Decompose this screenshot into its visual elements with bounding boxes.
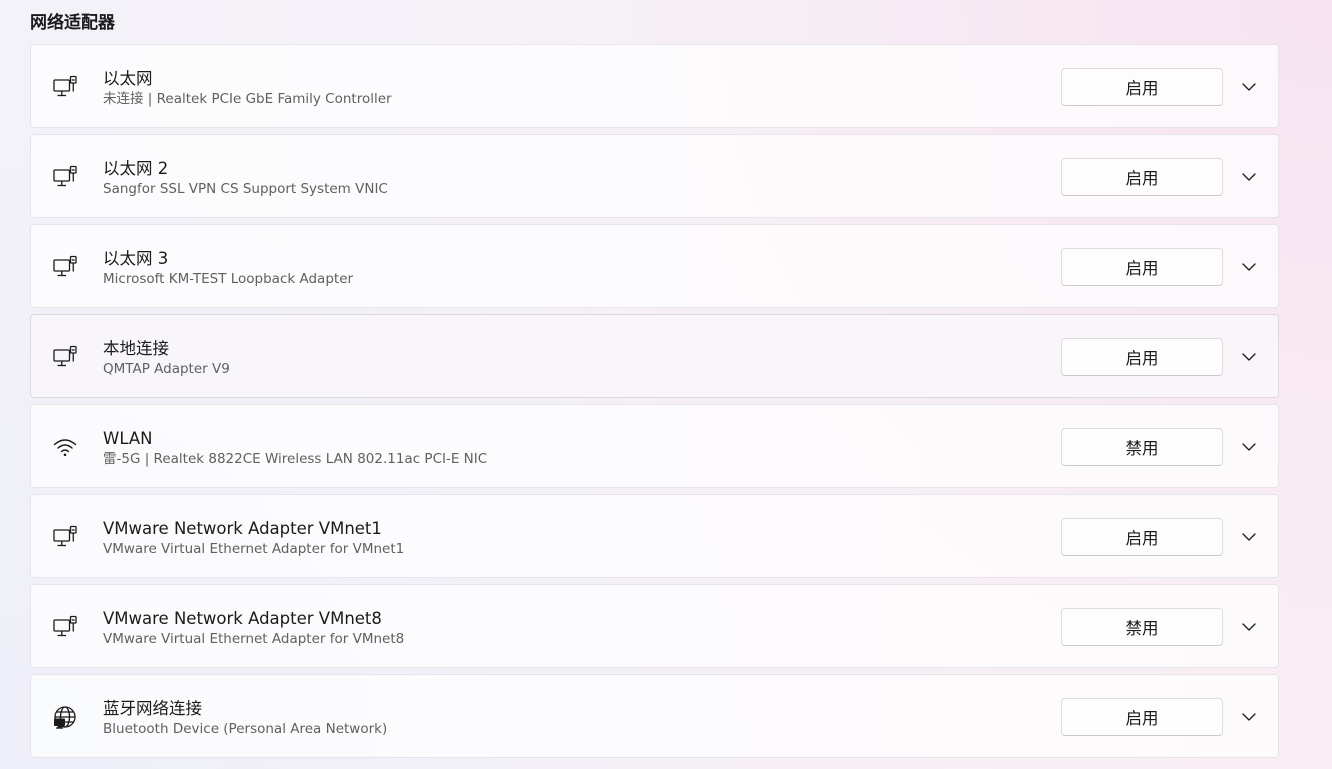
ethernet-icon xyxy=(51,523,79,551)
chevron-down-icon[interactable] xyxy=(1235,163,1263,191)
adapter-card-wlan[interactable]: WLAN 雷-5G | Realtek 8822CE Wireless LAN … xyxy=(30,404,1279,488)
adapter-text: WLAN 雷-5G | Realtek 8822CE Wireless LAN … xyxy=(103,428,1003,469)
adapter-name: VMware Network Adapter VMnet8 xyxy=(103,609,382,628)
adapter-text: VMware Network Adapter VMnet1 VMware Vir… xyxy=(103,518,1003,559)
adapter-name: 蓝牙网络连接 xyxy=(103,699,202,718)
bluetooth-network-icon xyxy=(51,703,79,731)
disable-button[interactable]: 禁用 xyxy=(1061,428,1223,466)
adapter-description: QMTAP Adapter V9 xyxy=(103,361,230,377)
wifi-icon xyxy=(51,433,79,461)
adapter-text: 蓝牙网络连接 Bluetooth Device (Personal Area N… xyxy=(103,698,1003,739)
ethernet-icon xyxy=(51,343,79,371)
enable-button[interactable]: 启用 xyxy=(1061,158,1223,196)
chevron-down-icon[interactable] xyxy=(1235,253,1263,281)
adapter-description: 雷-5G | Realtek 8822CE Wireless LAN 802.1… xyxy=(103,451,488,467)
chevron-down-icon[interactable] xyxy=(1235,73,1263,101)
ethernet-icon xyxy=(51,613,79,641)
chevron-down-icon[interactable] xyxy=(1235,433,1263,461)
adapter-name: 以太网 3 xyxy=(103,249,169,268)
adapter-description: Microsoft KM-TEST Loopback Adapter xyxy=(103,271,354,287)
adapter-text: 本地连接 QMTAP Adapter V9 xyxy=(103,338,1003,379)
adapter-card-vmnet1[interactable]: VMware Network Adapter VMnet1 VMware Vir… xyxy=(30,494,1279,578)
enable-button[interactable]: 启用 xyxy=(1061,68,1223,106)
adapter-name: 以太网 xyxy=(103,69,153,88)
adapter-name: 本地连接 xyxy=(103,339,169,358)
adapter-card-ethernet-3[interactable]: 以太网 3 Microsoft KM-TEST Loopback Adapter… xyxy=(30,224,1279,308)
adapter-text: 以太网 2 Sangfor SSL VPN CS Support System … xyxy=(103,158,1003,199)
adapter-text: VMware Network Adapter VMnet8 VMware Vir… xyxy=(103,608,1003,649)
adapter-description: Sangfor SSL VPN CS Support System VNIC xyxy=(103,181,388,197)
adapter-description: VMware Virtual Ethernet Adapter for VMne… xyxy=(103,631,405,647)
adapter-description: VMware Virtual Ethernet Adapter for VMne… xyxy=(103,541,405,557)
adapter-description: 未连接 | Realtek PCIe GbE Family Controller xyxy=(103,91,392,107)
adapter-card-local-connection[interactable]: 本地连接 QMTAP Adapter V9 启用 xyxy=(30,314,1279,398)
adapter-card-vmnet8[interactable]: VMware Network Adapter VMnet8 VMware Vir… xyxy=(30,584,1279,668)
enable-button[interactable]: 启用 xyxy=(1061,248,1223,286)
adapter-text: 以太网 未连接 | Realtek PCIe GbE Family Contro… xyxy=(103,68,1003,109)
disable-button[interactable]: 禁用 xyxy=(1061,608,1223,646)
adapter-description: Bluetooth Device (Personal Area Network) xyxy=(103,721,388,737)
adapter-name: 以太网 2 xyxy=(103,159,169,178)
adapter-card-ethernet[interactable]: 以太网 未连接 | Realtek PCIe GbE Family Contro… xyxy=(30,44,1279,128)
section-title: 网络适配器 xyxy=(30,13,115,33)
ethernet-icon xyxy=(51,253,79,281)
adapter-card-ethernet-2[interactable]: 以太网 2 Sangfor SSL VPN CS Support System … xyxy=(30,134,1279,218)
adapter-text: 以太网 3 Microsoft KM-TEST Loopback Adapter xyxy=(103,248,1003,289)
chevron-down-icon[interactable] xyxy=(1235,613,1263,641)
ethernet-icon xyxy=(51,73,79,101)
adapter-card-bluetooth-network[interactable]: 蓝牙网络连接 Bluetooth Device (Personal Area N… xyxy=(30,674,1279,758)
adapter-name: WLAN xyxy=(103,429,153,448)
chevron-down-icon[interactable] xyxy=(1235,703,1263,731)
enable-button[interactable]: 启用 xyxy=(1061,518,1223,556)
chevron-down-icon[interactable] xyxy=(1235,343,1263,371)
adapter-name: VMware Network Adapter VMnet1 xyxy=(103,519,382,538)
enable-button[interactable]: 启用 xyxy=(1061,698,1223,736)
chevron-down-icon[interactable] xyxy=(1235,523,1263,551)
enable-button[interactable]: 启用 xyxy=(1061,338,1223,376)
ethernet-icon xyxy=(51,163,79,191)
adapter-list: 以太网 未连接 | Realtek PCIe GbE Family Contro… xyxy=(30,44,1279,764)
